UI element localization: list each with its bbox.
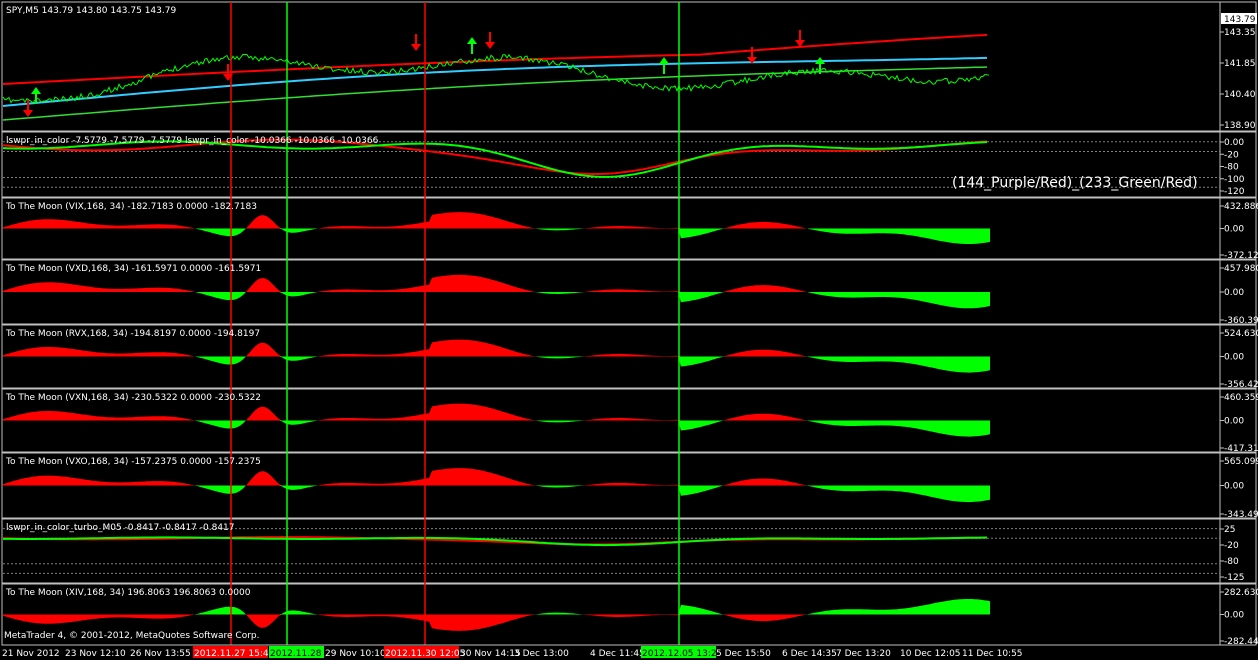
axis-label: 143.35 bbox=[1224, 28, 1256, 38]
axis-label: -372.125 bbox=[1224, 251, 1258, 261]
axis-label: -360.397 bbox=[1224, 316, 1258, 326]
axis-label: -20 bbox=[1224, 541, 1239, 551]
axis-label: -80 bbox=[1224, 163, 1239, 173]
axis-label: 460.359 bbox=[1224, 393, 1258, 403]
chart-window[interactable]: SPY,M5 143.79 143.80 143.75 143.79 143.35… bbox=[0, 0, 1258, 660]
axis-label: -356.429 bbox=[1224, 380, 1258, 390]
axis-label: 25 bbox=[1224, 525, 1235, 535]
time-label: 10 Dec 12:05 bbox=[900, 649, 961, 659]
time-label: 6 Dec 14:35 bbox=[782, 649, 837, 659]
axis-label: 0.00 bbox=[1224, 417, 1244, 427]
legend-note: (144_Purple/Red)_(233_Green/Red) bbox=[952, 175, 1198, 191]
panel-title: lswpr_in_color -7.5779 -7.5779 -7.5779 l… bbox=[6, 136, 379, 146]
time-label: 11 Dec 10:55 bbox=[962, 649, 1023, 659]
axis-label: -20 bbox=[1224, 150, 1239, 160]
axis-label: 432.886 bbox=[1224, 202, 1258, 212]
time-label: 2012.12.05 13:25 bbox=[642, 649, 722, 659]
axis-label: 0.00 bbox=[1224, 482, 1244, 492]
copyright-footer: MetaTrader 4, © 2001-2012, MetaQuotes So… bbox=[4, 631, 260, 641]
panel-title: To The Moon (VXO,168, 34) -157.2375 0.00… bbox=[5, 457, 261, 467]
axis-label: 282.630 bbox=[1224, 588, 1258, 598]
panel-title: To The Moon (XIV,168, 34) 196.8063 196.8… bbox=[5, 588, 251, 598]
axis-label: -343.495 bbox=[1224, 510, 1258, 520]
panel-title: To The Moon (VXD,168, 34) -161.5971 0.00… bbox=[5, 264, 261, 274]
axis-label: 457.980 bbox=[1224, 264, 1258, 274]
axis-label: -120 bbox=[1224, 187, 1245, 197]
axis-label: 140.40 bbox=[1224, 90, 1256, 100]
time-label: 3 Dec 13:00 bbox=[514, 649, 569, 659]
axis-label: -100 bbox=[1224, 175, 1245, 185]
panel-title: lswpr_in_color_turbo_M05 -0.8417 -0.8417… bbox=[6, 523, 235, 533]
time-label: 2012.11.30 12:05 bbox=[385, 649, 465, 659]
axis-label: -80 bbox=[1224, 557, 1239, 567]
axis-label: 524.630 bbox=[1224, 329, 1258, 339]
time-label: 4 Dec 11:45 bbox=[590, 649, 645, 659]
axis-label: -125 bbox=[1224, 573, 1244, 583]
time-label: 29 Nov 10:10 bbox=[325, 649, 386, 659]
time-label: 30 Nov 14:15 bbox=[460, 649, 521, 659]
time-label: 2012.11.27 15:40 bbox=[194, 649, 275, 659]
time-label: 5 Dec 15:50 bbox=[716, 649, 771, 659]
axis-label: 141.85 bbox=[1224, 59, 1256, 69]
axis-label: 138.90 bbox=[1224, 121, 1256, 131]
panel-title: To The Moon (RVX,168, 34) -194.8197 0.00… bbox=[5, 329, 260, 339]
axis-label: 0.00 bbox=[1224, 138, 1244, 148]
axis-label: 565.099 bbox=[1224, 457, 1258, 467]
current-price-label: 143.79 bbox=[1224, 15, 1256, 25]
time-label: 23 Nov 12:10 bbox=[65, 649, 126, 659]
time-label: 26 Nov 13:55 bbox=[130, 649, 191, 659]
panel-title: To The Moon (VXN,168, 34) -230.5322 0.00… bbox=[5, 393, 261, 403]
axis-label: -417.315 bbox=[1224, 444, 1258, 454]
axis-label: 0.00 bbox=[1224, 225, 1244, 235]
panel-title: SPY,M5 143.79 143.80 143.75 143.79 bbox=[6, 6, 176, 16]
axis-label: 0.00 bbox=[1224, 288, 1244, 298]
axis-label: 0.00 bbox=[1224, 611, 1244, 621]
panel-title: To The Moon (VIX,168, 34) -182.7183 0.00… bbox=[5, 202, 257, 212]
time-label: 7 Dec 13:20 bbox=[836, 649, 891, 659]
axis-label: -282.442 bbox=[1224, 637, 1258, 647]
time-label: 21 Nov 2012 bbox=[2, 649, 60, 659]
axis-label: 0.00 bbox=[1224, 353, 1244, 363]
